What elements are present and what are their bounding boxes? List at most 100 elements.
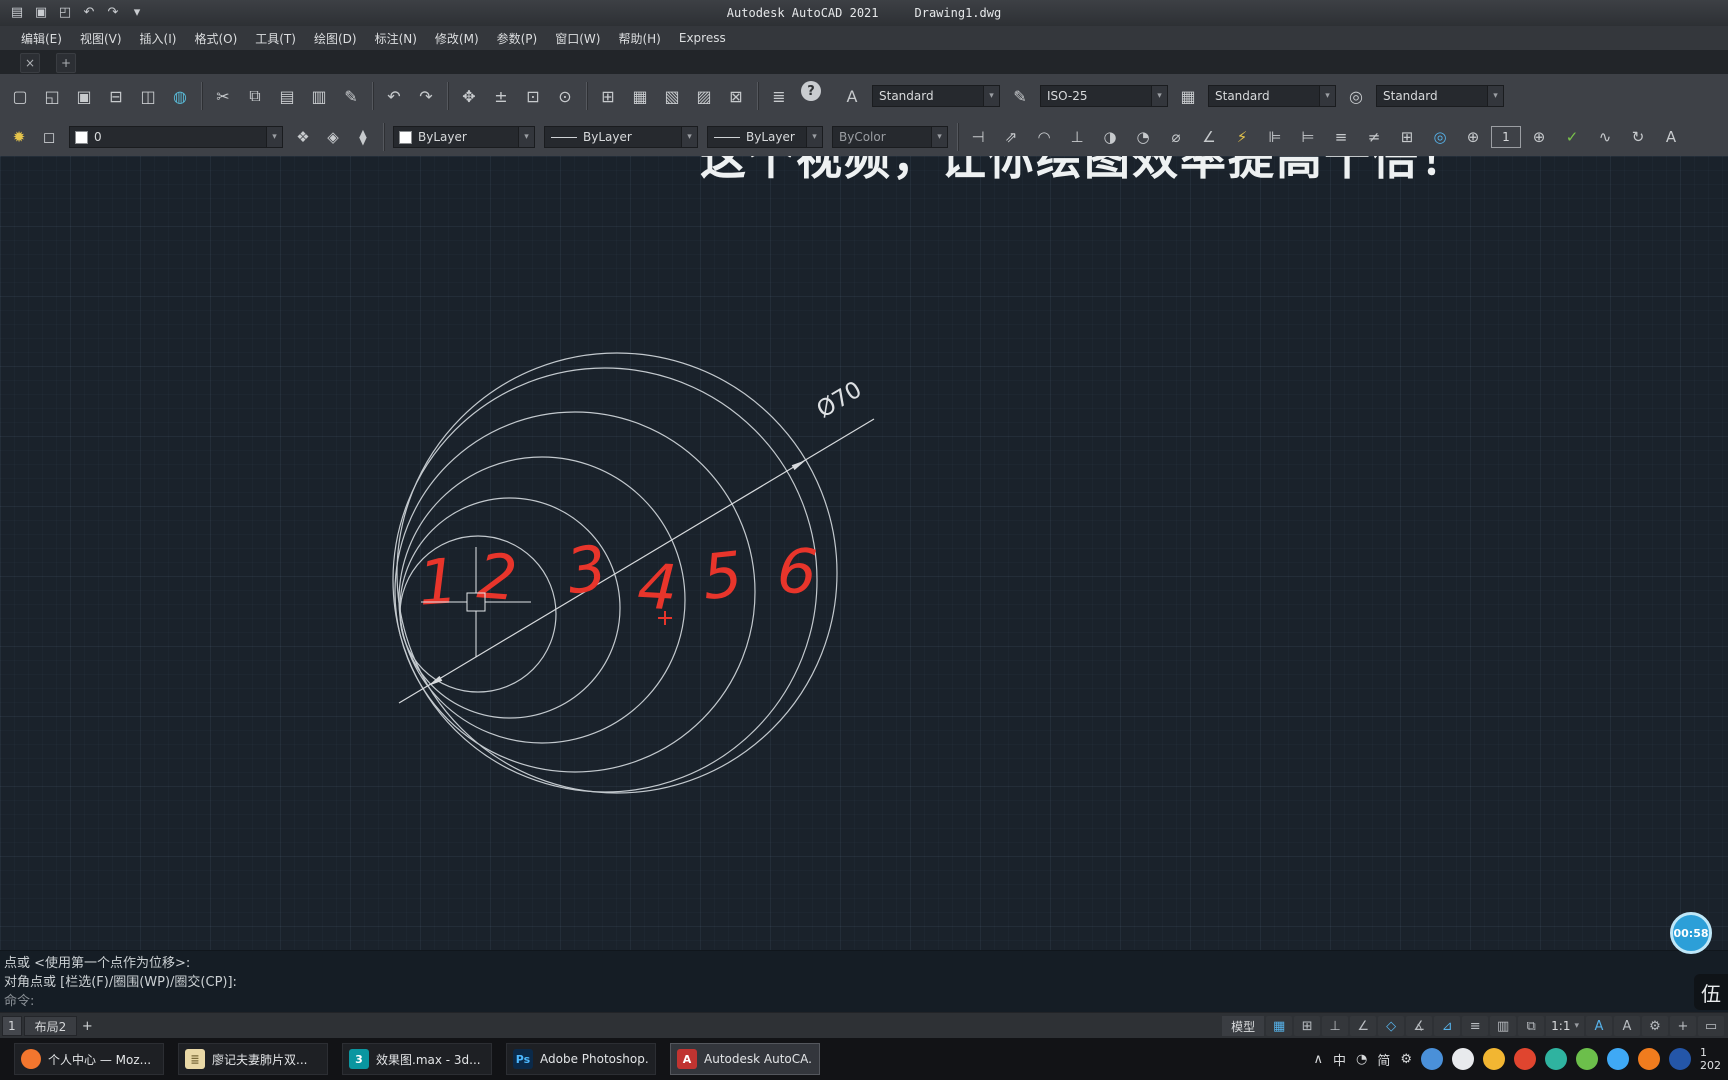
taskbar-3dsmax[interactable]: 3 效果图.max - 3d... <box>342 1043 492 1075</box>
tray-app-5[interactable] <box>1545 1048 1567 1070</box>
new-file-tab-button[interactable]: + <box>56 53 76 73</box>
annotation-scale-select[interactable]: 1:1 <box>1546 1016 1584 1036</box>
menu-view[interactable]: 视图(V) <box>71 27 131 50</box>
center-mark-icon[interactable]: ◎ <box>1425 123 1455 151</box>
tray-expand-icon[interactable]: ∧ <box>1313 1052 1323 1067</box>
menu-edit[interactable]: 编辑(E) <box>12 27 71 50</box>
qat-save-icon[interactable]: ▣ <box>30 3 52 23</box>
dim-continue-icon[interactable]: ⊨ <box>1293 123 1323 151</box>
snap-icon[interactable]: ⊞ <box>1294 1016 1321 1036</box>
annotation-visibility-icon[interactable]: A <box>1586 1016 1612 1036</box>
publish-icon[interactable]: ◍ <box>164 81 196 111</box>
plotstyle-select[interactable]: ByColor <box>832 126 948 148</box>
dim-space-icon[interactable]: ≡ <box>1326 123 1356 151</box>
table-style-select[interactable]: Standard <box>1208 85 1336 107</box>
qat-redo-icon[interactable]: ↷ <box>102 3 124 23</box>
taskbar-doc[interactable]: ≣ 廖记夫妻肺片双... <box>178 1043 328 1075</box>
new-icon[interactable]: ▢ <box>4 81 36 111</box>
osnap-icon[interactable]: ◇ <box>1378 1016 1405 1036</box>
clean-screen-icon[interactable]: ▭ <box>1698 1016 1724 1036</box>
text-style-icon[interactable]: A <box>836 81 868 111</box>
qat-open-icon[interactable]: ◰ <box>54 3 76 23</box>
model-space-button[interactable]: 模型 <box>1222 1016 1265 1036</box>
taskbar-clock[interactable]: 1 202 <box>1700 1046 1726 1072</box>
dim-style-select[interactable]: ISO-25 <box>1040 85 1168 107</box>
layout-tab-2[interactable]: 布局2 <box>23 1016 78 1036</box>
taskbar-firefox[interactable]: 个人中心 — Moz... <box>14 1043 164 1075</box>
menu-modify[interactable]: 修改(M) <box>426 27 488 50</box>
qat-undo-icon[interactable]: ↶ <box>78 3 100 23</box>
new-layout-button[interactable]: + <box>77 1019 97 1034</box>
dim-radius-icon[interactable]: ◑ <box>1095 123 1125 151</box>
dim-style-icon[interactable]: ✎ <box>1004 81 1036 111</box>
zoom-realtime-icon[interactable]: ± <box>485 81 517 111</box>
dim-aligned-icon[interactable]: ⇗ <box>996 123 1026 151</box>
menu-dimension[interactable]: 标注(N) <box>366 27 426 50</box>
taskbar-photoshop[interactable]: Ps Adobe Photoshop... <box>506 1043 656 1075</box>
menu-window[interactable]: 窗口(W) <box>546 27 609 50</box>
tray-app-8[interactable] <box>1638 1048 1660 1070</box>
chevron-down-icon[interactable] <box>806 127 822 147</box>
tray-app-9[interactable] <box>1669 1048 1691 1070</box>
taskbar-autocad[interactable]: A Autodesk AutoCA... <box>670 1043 820 1075</box>
help-icon[interactable]: ? <box>801 81 821 101</box>
make-layer-current-icon[interactable]: ◈ <box>318 123 348 151</box>
tray-app-3[interactable] <box>1483 1048 1505 1070</box>
zoom-window-icon[interactable]: ⊡ <box>517 81 549 111</box>
dim-jogline-icon[interactable]: ∿ <box>1590 123 1620 151</box>
dim-diameter-icon[interactable]: ⌀ <box>1161 123 1191 151</box>
pan-icon[interactable]: ✥ <box>453 81 485 111</box>
drawing-canvas[interactable]: 这个视频，让你绘图效率提高十倍！ Ø70 1 2 3 4 5 6 <box>0 156 1728 950</box>
plot-icon[interactable]: ⊟ <box>100 81 132 111</box>
chevron-down-icon[interactable] <box>1487 86 1503 106</box>
paste-icon[interactable]: ▤ <box>271 81 303 111</box>
chevron-down-icon[interactable] <box>1151 86 1167 106</box>
dim-arc-length-icon[interactable]: ◠ <box>1029 123 1059 151</box>
layer-lock-icon[interactable]: ◻ <box>34 123 64 151</box>
quick-dim-icon[interactable]: ⚡ <box>1227 123 1257 151</box>
menu-parametric[interactable]: 参数(P) <box>488 27 547 50</box>
tray-app-7[interactable] <box>1607 1048 1629 1070</box>
dim-check-icon[interactable]: ✓ <box>1557 123 1587 151</box>
plot-preview-icon[interactable]: ◫ <box>132 81 164 111</box>
tray-app-1[interactable] <box>1421 1048 1443 1070</box>
cut-icon[interactable]: ✂ <box>207 81 239 111</box>
dim-baseline-icon[interactable]: ⊫ <box>1260 123 1290 151</box>
dim-text-icon[interactable]: A <box>1656 123 1686 151</box>
sheet-set-icon[interactable]: ▧ <box>656 81 688 111</box>
polar-icon[interactable]: ∠ <box>1350 1016 1377 1036</box>
viewports-icon[interactable]: ⊞ <box>592 81 624 111</box>
otrack-icon[interactable]: ∡ <box>1406 1016 1433 1036</box>
menu-format[interactable]: 格式(O) <box>185 27 246 50</box>
tray-clock-icon[interactable]: ◔ <box>1356 1052 1367 1067</box>
lineweight-select[interactable]: ByLayer <box>707 126 823 148</box>
menu-express[interactable]: Express <box>670 28 735 48</box>
layer-properties-icon[interactable]: ❖ <box>288 123 318 151</box>
qat-menu-icon[interactable]: ▾ <box>126 3 148 23</box>
dynamic-input-icon[interactable]: ⊿ <box>1434 1016 1461 1036</box>
open-icon[interactable]: ◱ <box>36 81 68 111</box>
save-icon[interactable]: ▣ <box>68 81 100 111</box>
grid-icon[interactable]: ▦ <box>1266 1016 1293 1036</box>
dim-angular-icon[interactable]: ∠ <box>1194 123 1224 151</box>
mleader-style-icon[interactable]: ◎ <box>1340 81 1372 111</box>
menu-draw[interactable]: 绘图(D) <box>305 27 366 50</box>
chevron-down-icon[interactable] <box>266 127 282 147</box>
recording-timer-badge[interactable]: 00:58 <box>1670 912 1712 954</box>
dim-linear-icon[interactable]: ⊣ <box>963 123 993 151</box>
annotation-monitor-icon[interactable]: + <box>1670 1016 1696 1036</box>
match-properties-icon[interactable]: ✎ <box>335 81 367 111</box>
chevron-down-icon[interactable] <box>983 86 999 106</box>
tray-settings-icon[interactable]: ⚙ <box>1400 1052 1412 1067</box>
circle-construction[interactable] <box>392 352 838 794</box>
text-style-select[interactable]: Standard <box>872 85 1000 107</box>
dim-jogged-icon[interactable]: ◔ <box>1128 123 1158 151</box>
tray-app-4[interactable] <box>1514 1048 1536 1070</box>
drawing-viewport[interactable]: Ø70 1 2 3 4 5 6 <box>0 156 1728 950</box>
quick-calc-icon[interactable]: ⊠ <box>720 81 752 111</box>
transparency-icon[interactable]: ▥ <box>1490 1016 1517 1036</box>
layer-previous-icon[interactable]: ⧫ <box>348 123 378 151</box>
menu-help[interactable]: 帮助(H) <box>609 27 669 50</box>
menu-tools[interactable]: 工具(T) <box>246 27 305 50</box>
command-line[interactable]: 点或 <使用第一个点作为位移>: 对角点或 [栏选(F)/圈围(WP)/圈交(C… <box>0 950 1728 1012</box>
